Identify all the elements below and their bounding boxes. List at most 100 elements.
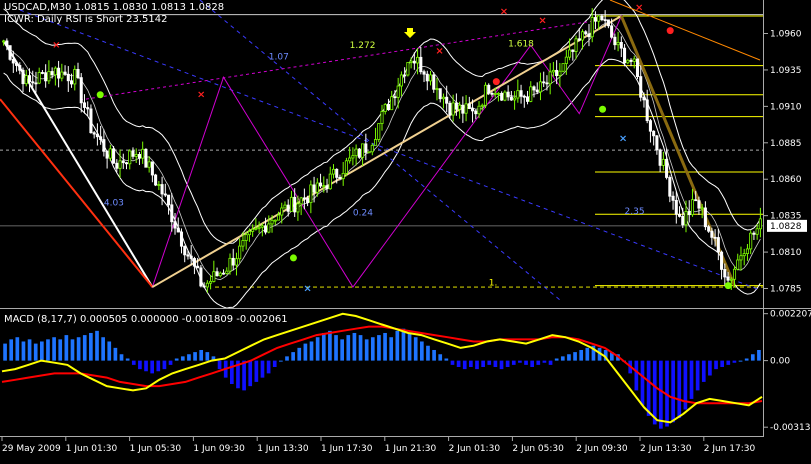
candle-body <box>53 67 57 76</box>
candle-body <box>160 184 164 195</box>
macd-histogram-bar <box>701 360 706 382</box>
candle-body <box>212 271 216 282</box>
macd-histogram-bar <box>370 337 375 361</box>
macd-histogram-bar <box>757 349 761 361</box>
candle-body <box>694 199 698 202</box>
candle-body <box>548 71 552 85</box>
candle-body <box>225 270 229 274</box>
macd-histogram-bar <box>567 354 571 361</box>
chart-canvas[interactable]: 1.07 1.272 1.618 4.03 0.24 2.35 1. × × × × × × × × 1.… <box>0 0 811 460</box>
time-tick-label: 2 Jun 09:30 <box>576 444 628 454</box>
candle-body <box>545 82 549 85</box>
macd-histogram-bar <box>542 360 547 363</box>
candle-body <box>635 58 640 77</box>
macd-histogram-bar <box>407 332 412 361</box>
time-tick-label: 1 Jun 05:30 <box>130 444 182 454</box>
macd-histogram-bar <box>511 360 516 365</box>
sell-signal-cross: × <box>197 90 205 101</box>
buy-signal-cross: × <box>303 284 311 295</box>
candle-body <box>483 84 488 106</box>
candle-body <box>121 160 125 164</box>
candle-body <box>377 123 381 140</box>
macd-histogram-bar <box>46 339 50 361</box>
candle-body <box>89 108 93 134</box>
candle-body <box>231 257 235 266</box>
candle-body <box>448 102 452 116</box>
macd-histogram-bar <box>260 360 265 378</box>
candle-body <box>108 148 112 159</box>
candle-body <box>480 104 484 107</box>
candle-body <box>425 73 429 82</box>
candle-body <box>687 211 691 216</box>
macd-histogram-bar <box>677 360 682 419</box>
candle-body <box>597 15 601 22</box>
macd-histogram-bar <box>456 360 461 368</box>
candle-body <box>92 132 96 135</box>
macd-histogram-bar <box>352 332 357 361</box>
candle-body <box>273 219 277 222</box>
candle-body <box>551 69 555 73</box>
candle-body <box>144 148 148 168</box>
candle-body <box>655 135 659 151</box>
candle-body <box>328 173 332 190</box>
candle-body <box>105 150 109 159</box>
candle-body <box>467 103 471 109</box>
chart-background <box>0 0 811 460</box>
candle-body <box>603 19 607 22</box>
candle-body <box>270 219 274 225</box>
candle-body <box>690 199 695 216</box>
candle-body <box>509 96 513 101</box>
candle-body <box>584 31 588 35</box>
fib-annotation-label: 1.618 <box>508 40 534 50</box>
candle-body <box>752 232 756 235</box>
candle-body <box>490 92 494 95</box>
candle-body <box>487 84 491 94</box>
candle-body <box>15 62 19 66</box>
candle-body <box>141 148 145 159</box>
macd-histogram-bar <box>573 352 577 361</box>
candle-body <box>678 213 682 217</box>
candle-body <box>31 81 35 84</box>
candle-body <box>564 56 568 64</box>
candle-body <box>276 214 281 221</box>
candle-body <box>438 88 442 100</box>
candle-body <box>458 104 462 110</box>
macd-histogram-bar <box>303 343 308 361</box>
candle-body <box>228 257 232 272</box>
candle-body <box>403 74 407 77</box>
candle-body <box>623 47 627 64</box>
candle-body <box>471 108 475 112</box>
macd-histogram-bar <box>89 332 93 361</box>
candle-body <box>134 154 138 157</box>
price-tick-label: 1.0860 <box>770 175 802 185</box>
macd-histogram-bar <box>536 360 541 365</box>
macd-histogram-bar <box>266 360 271 374</box>
candle-body <box>720 251 724 270</box>
macd-histogram-bar <box>744 358 749 361</box>
macd-histogram-bar <box>40 341 44 361</box>
candle-body <box>642 96 646 101</box>
candle-body <box>526 96 530 102</box>
candle-body <box>755 228 759 235</box>
candle-body <box>409 60 413 63</box>
candle-body <box>428 74 433 82</box>
candle-body <box>234 258 238 266</box>
candle-body <box>319 182 323 187</box>
current-price-label: 1.0828 <box>767 219 807 232</box>
candle-body <box>150 161 154 176</box>
candle-body <box>299 197 303 205</box>
macd-histogram-bar <box>82 335 87 361</box>
candle-body <box>758 218 762 230</box>
macd-histogram-bar <box>389 337 394 361</box>
macd-histogram-bar <box>395 330 400 361</box>
macd-histogram-bar <box>652 360 657 425</box>
macd-histogram-bar <box>9 339 14 361</box>
indicator-info-text: ICWR: Daily RSI is Short 23.5142 <box>4 14 167 25</box>
candle-body <box>732 268 737 280</box>
macd-histogram-bar <box>401 328 406 361</box>
candle-body <box>461 104 465 114</box>
candle-body <box>697 200 701 209</box>
candle-body <box>73 68 77 85</box>
macd-histogram-bar <box>499 360 504 370</box>
macd-histogram-bar <box>52 337 56 361</box>
